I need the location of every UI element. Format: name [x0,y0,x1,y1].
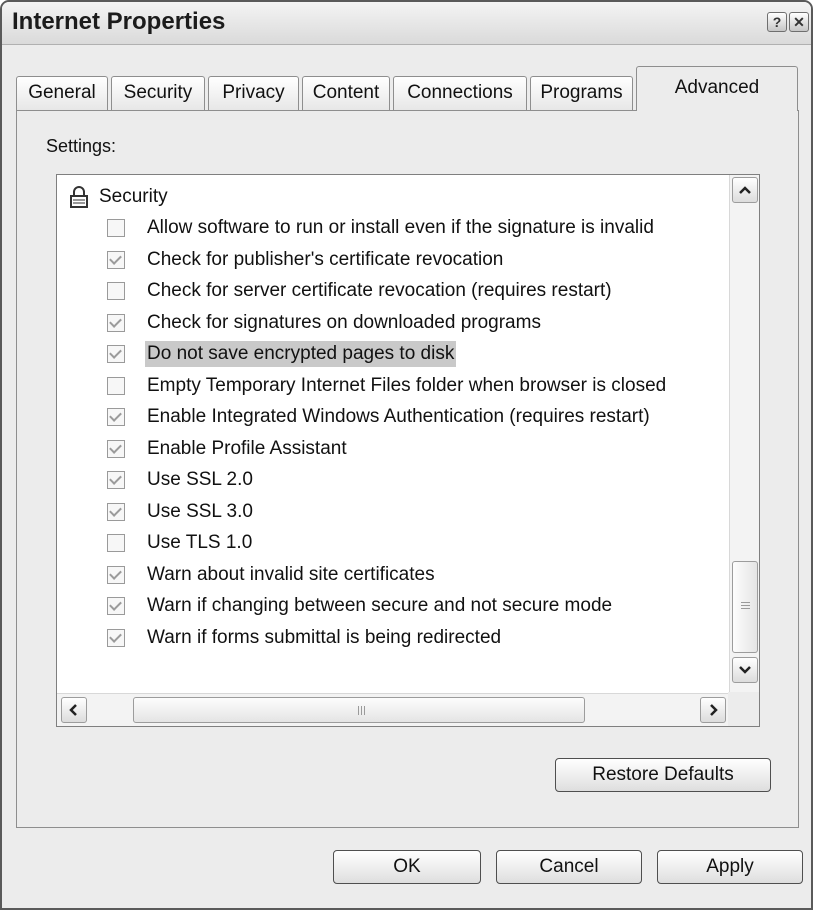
setting-item[interactable]: Allow software to run or install even if… [107,213,656,243]
setting-item[interactable]: Enable Integrated Windows Authentication… [107,402,652,432]
setting-label: Warn if forms submittal is being redirec… [147,626,502,648]
setting-checkbox[interactable] [107,628,125,647]
setting-label: Use SSL 3.0 [147,500,253,522]
setting-checkbox[interactable] [107,219,125,237]
setting-checkbox[interactable] [107,439,125,458]
tab-programs[interactable]: Programs [530,76,633,110]
setting-checkbox[interactable] [107,565,125,584]
vertical-scrollbar[interactable] [729,175,759,694]
setting-label: Check for signatures on downloaded progr… [147,311,541,333]
tab-content[interactable]: Content [302,76,390,110]
setting-label: Use SSL 2.0 [147,469,253,490]
setting-item[interactable]: Use SSL 3.0 [107,497,255,527]
setting-checkbox[interactable] [107,250,125,269]
tab-connections[interactable]: Connections [393,76,527,110]
setting-label: Use TLS 1.0 [147,532,253,553]
setting-item[interactable]: Warn if changing between secure and not … [107,591,614,621]
setting-item[interactable]: Warn if forms submittal is being redirec… [107,623,503,653]
setting-item[interactable]: Do not save encrypted pages to disk [107,339,457,369]
setting-label: Warn about invalid site certificates [147,563,435,585]
scrollbar-corner [728,692,759,726]
setting-label: Check for server certificate revocation … [147,280,612,301]
setting-item[interactable]: Use TLS 1.0 [107,528,254,558]
setting-label: Allow software to run or install even if… [147,217,654,238]
tab-general[interactable]: General [16,76,108,110]
scroll-down-button[interactable] [732,657,758,683]
setting-item[interactable]: Use SSL 2.0 [107,465,255,495]
settings-label: Settings: [46,136,117,156]
settings-group-security: Security [69,183,168,211]
chevron-down-icon [739,666,751,674]
chevron-right-icon [710,704,718,716]
setting-checkbox[interactable] [107,534,125,552]
setting-checkbox[interactable] [107,597,125,615]
setting-label: Enable Profile Assistant [147,437,347,459]
scroll-up-button[interactable] [732,177,758,203]
setting-checkbox[interactable] [107,502,125,521]
setting-checkbox[interactable] [107,376,125,395]
cancel-button[interactable]: Cancel [496,850,642,884]
settings-list[interactable]: Security Allow software to run or instal… [56,174,760,727]
setting-item[interactable]: Check for signatures on downloaded progr… [107,308,543,338]
setting-label: Enable Integrated Windows Authentication… [147,406,650,427]
horizontal-scroll-thumb[interactable] [133,697,585,723]
restore-defaults-button[interactable]: Restore Defaults [555,758,771,792]
setting-item[interactable]: Empty Temporary Internet Files folder wh… [107,371,668,401]
setting-label: Check for publisher's certificate revoca… [147,248,504,270]
setting-label: Warn if changing between secure and not … [147,595,613,616]
window-title: Internet Properties [12,8,226,35]
tab-security[interactable]: Security [111,76,205,110]
settings-group-label: Security [99,186,168,207]
horizontal-scrollbar[interactable] [57,693,730,726]
title-bar[interactable]: Internet Properties ? ✕ [2,2,811,45]
setting-item[interactable]: Check for publisher's certificate revoca… [107,245,505,275]
internet-properties-dialog: Internet Properties ? ✕ General Security… [0,0,813,910]
lock-icon [70,186,88,208]
scroll-left-button[interactable] [61,697,87,723]
chevron-left-icon [69,704,77,716]
setting-checkbox[interactable] [107,313,125,332]
tab-advanced[interactable]: Advanced [636,66,798,111]
setting-item[interactable]: Enable Profile Assistant [107,434,349,464]
ok-button[interactable]: OK [333,850,481,884]
setting-checkbox[interactable] [107,408,125,426]
setting-item[interactable]: Warn about invalid site certificates [107,560,437,590]
chevron-up-icon [739,186,751,194]
scroll-right-button[interactable] [700,697,726,723]
apply-button[interactable]: Apply [657,850,803,884]
close-button[interactable]: ✕ [789,12,809,32]
setting-checkbox[interactable] [107,345,125,363]
tab-privacy[interactable]: Privacy [208,76,299,110]
setting-label: Do not save encrypted pages to disk [145,341,457,367]
close-icon: ✕ [793,14,805,30]
setting-checkbox[interactable] [107,282,125,300]
help-icon: ? [772,14,782,30]
vertical-scroll-thumb[interactable] [732,561,758,653]
setting-label: Empty Temporary Internet Files folder wh… [147,374,667,396]
help-button[interactable]: ? [767,12,787,32]
setting-checkbox[interactable] [107,471,125,489]
setting-item[interactable]: Check for server certificate revocation … [107,276,614,306]
